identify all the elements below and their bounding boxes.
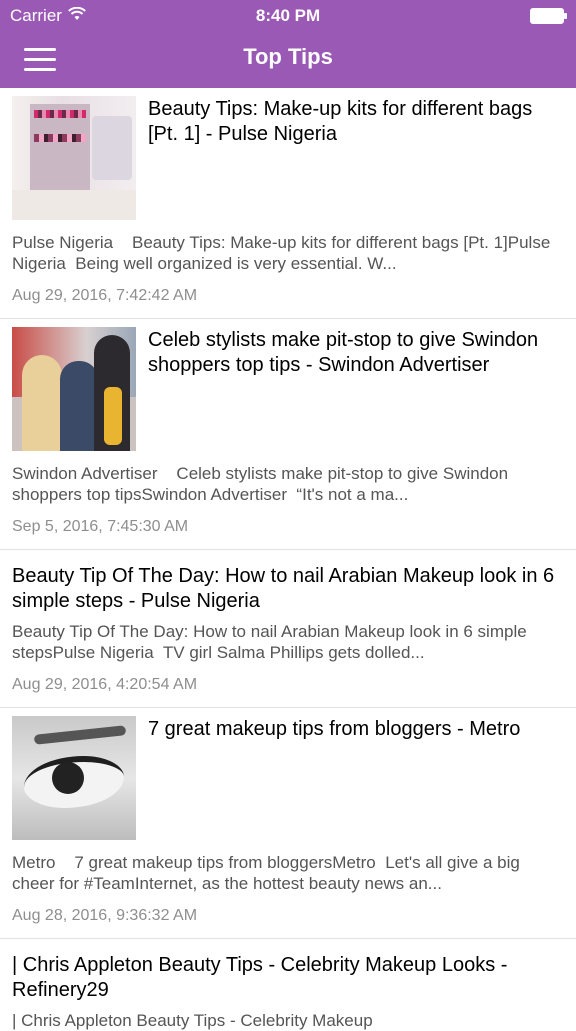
article-title: 7 great makeup tips from bloggers - Metr… <box>148 718 521 740</box>
article-date: Aug 28, 2016, 9:36:32 AM <box>12 907 198 924</box>
article-date: Aug 29, 2016, 7:42:42 AM <box>12 287 198 304</box>
status-right <box>530 8 567 24</box>
article-date: Aug 29, 2016, 4:20:54 AM <box>12 676 198 693</box>
stylists-group-photo <box>12 327 136 451</box>
top-bar: Carrier 8:40 PM Top Tips <box>0 0 576 88</box>
makeup-organizer-image <box>12 96 136 220</box>
article-item[interactable]: | Chris Appleton Beauty Tips - Celebrity… <box>0 939 576 1031</box>
page-title: Top Tips <box>243 44 333 69</box>
article-item[interactable]: 7 great makeup tips from bloggers - Metr… <box>0 708 576 939</box>
article-description: | Chris Appleton Beauty Tips - Celebrity… <box>12 1011 373 1030</box>
article-title: Beauty Tip Of The Day: How to nail Arabi… <box>12 565 555 612</box>
eyeliner-closeup-photo <box>12 716 136 840</box>
article-item[interactable]: Beauty Tips: Make-up kits for different … <box>0 88 576 319</box>
article-title: Beauty Tips: Make-up kits for different … <box>148 98 533 145</box>
article-description: Swindon Advertiser Celeb stylists make p… <box>12 464 513 504</box>
article-list[interactable]: Beauty Tips: Make-up kits for different … <box>0 88 576 1031</box>
article-head: Celeb stylists make pit-stop to give Swi… <box>12 327 564 451</box>
article-head: 7 great makeup tips from bloggers - Metr… <box>12 716 564 840</box>
article-item[interactable]: Celeb stylists make pit-stop to give Swi… <box>0 319 576 550</box>
navigation-bar: Top Tips <box>0 30 576 88</box>
battery-icon <box>530 8 567 24</box>
article-description: Pulse Nigeria Beauty Tips: Make-up kits … <box>12 233 556 273</box>
article-description: Metro 7 great makeup tips from bloggersM… <box>12 853 525 893</box>
article-title: Celeb stylists make pit-stop to give Swi… <box>148 329 539 376</box>
article-item[interactable]: Beauty Tip Of The Day: How to nail Arabi… <box>0 550 576 708</box>
article-description: Beauty Tip Of The Day: How to nail Arabi… <box>12 622 532 662</box>
article-head: Beauty Tips: Make-up kits for different … <box>12 96 564 220</box>
article-title: | Chris Appleton Beauty Tips - Celebrity… <box>12 954 508 1001</box>
status-time: 8:40 PM <box>255 6 321 25</box>
status-bar: Carrier 8:40 PM <box>0 0 576 30</box>
article-date: Sep 5, 2016, 7:45:30 AM <box>12 518 189 535</box>
